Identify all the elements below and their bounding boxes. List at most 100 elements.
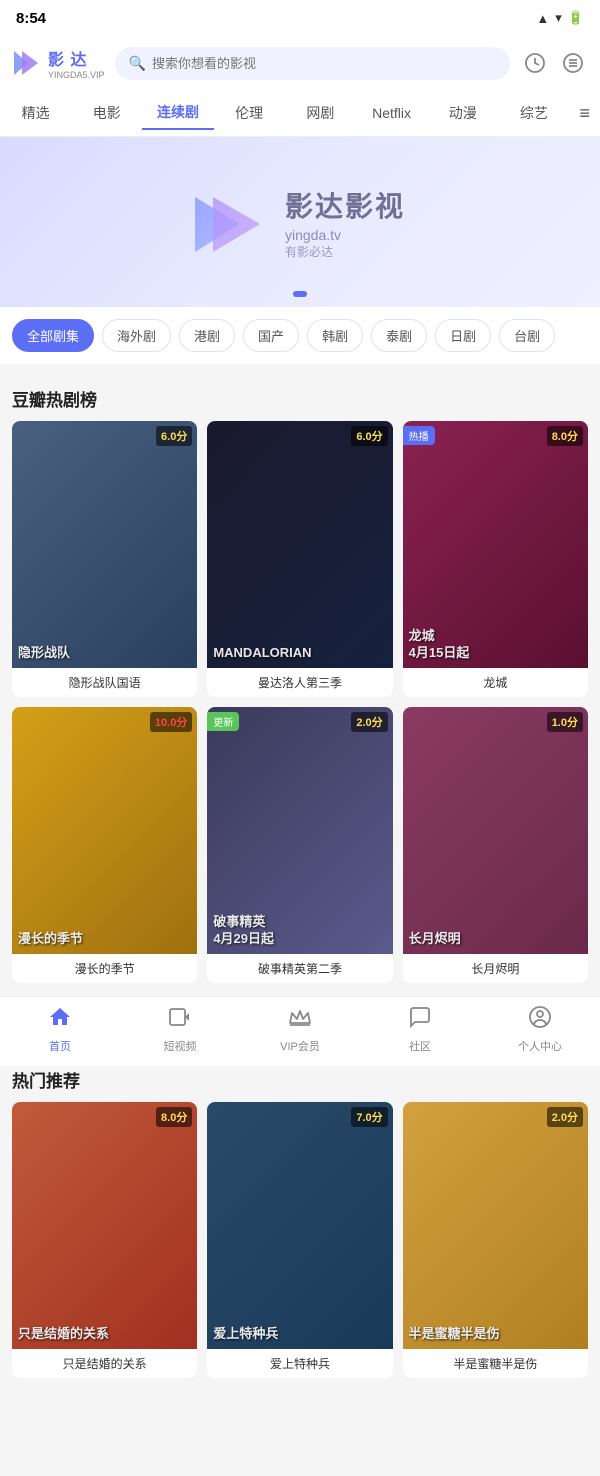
movie-badge-3: 热播 — [403, 426, 435, 445]
bottom-nav-video-label: 短视频 — [164, 1038, 197, 1054]
bottom-nav-community[interactable]: 社区 — [395, 1005, 445, 1054]
logo-area: 影 达 YINGDA5.VIP — [12, 46, 105, 80]
nav-item-dongman[interactable]: 动漫 — [427, 97, 498, 129]
nav-more-icon[interactable]: ≡ — [570, 103, 600, 124]
banner-text-area: 影达影视 yingda.tv 有影必达 — [285, 185, 405, 260]
movie-thumb-1: 隐形战队 6.0分 — [12, 421, 197, 668]
battery-icon: 🔋 — [568, 10, 584, 26]
bottom-nav-vip[interactable]: VIP会员 — [275, 1005, 325, 1054]
home-icon — [48, 1005, 72, 1035]
header-icons — [520, 48, 588, 78]
banner-dot-1 — [293, 291, 307, 297]
movie-thumb-text-6: 长月烬明 — [409, 931, 461, 948]
movie-thumb-text-5: 破事精英4月29日起 — [213, 914, 274, 948]
movie-card-3[interactable]: 龙城4月15日起 8.0分 热播 龙城 — [403, 421, 588, 697]
movie-title-4: 漫长的季节 — [12, 954, 197, 983]
movie-badge-5: 更新 — [207, 712, 239, 731]
nav-item-lunli[interactable]: 伦理 — [214, 97, 285, 129]
video-icon — [168, 1005, 192, 1035]
logo-icon — [12, 47, 44, 79]
hot-title-1: 只是结婚的关系 — [12, 1349, 197, 1378]
bottom-nav-home[interactable]: 首页 — [35, 1005, 85, 1054]
hot-score-2: 7.0分 — [351, 1107, 387, 1127]
hot-card-1[interactable]: 只是结婚的关系 8.0分 只是结婚的关系 — [12, 1102, 197, 1378]
movie-title-5: 破事精英第二季 — [207, 954, 392, 983]
movie-thumb-text-4: 漫长的季节 — [18, 931, 83, 948]
logo-subtitle: YINGDA5.VIP — [48, 70, 105, 80]
banner-url: yingda.tv — [285, 227, 405, 243]
movie-thumb-4: 漫长的季节 10.0分 — [12, 707, 197, 954]
bottom-nav-vip-label: VIP会员 — [280, 1038, 320, 1054]
tag-domestic[interactable]: 国产 — [243, 319, 299, 352]
tag-japanese[interactable]: 日剧 — [435, 319, 491, 352]
douban-section: 豆瓣热剧榜 隐形战队 6.0分 隐形战队国语 MANDALORIAN 6.0分 … — [0, 372, 600, 983]
hot-thumb-3: 半是蜜糖半是伤 2.0分 — [403, 1102, 588, 1349]
hot-score-1: 8.0分 — [156, 1107, 192, 1127]
tag-taiwan[interactable]: 台剧 — [499, 319, 555, 352]
banner-content: 影达影视 yingda.tv 有影必达 — [195, 185, 405, 260]
search-bar[interactable]: 🔍 — [115, 47, 510, 80]
tag-hk[interactable]: 港剧 — [179, 319, 235, 352]
hot-thumb-text-1: 只是结婚的关系 — [18, 1326, 109, 1343]
header: 影 达 YINGDA5.VIP 🔍 — [0, 36, 600, 90]
nav-item-netflix[interactable]: Netflix — [356, 99, 427, 127]
movie-thumb-3: 龙城4月15日起 8.0分 热播 — [403, 421, 588, 668]
community-icon — [408, 1005, 432, 1035]
bottom-nav-video[interactable]: 短视频 — [155, 1005, 205, 1054]
tag-overseas[interactable]: 海外剧 — [102, 319, 171, 352]
menu-icon-button[interactable] — [558, 48, 588, 78]
movie-thumb-5: 破事精英4月29日起 2.0分 更新 — [207, 707, 392, 954]
hot-card-2[interactable]: 爱上特种兵 7.0分 爱上特种兵 — [207, 1102, 392, 1378]
signal-icon: ▲ — [536, 11, 549, 26]
status-icons: ▲ ▾ 🔋 — [536, 10, 584, 26]
search-input[interactable] — [152, 56, 496, 71]
banner-slogan: 有影必达 — [285, 243, 405, 260]
nav-item-dianying[interactable]: 电影 — [71, 97, 142, 129]
search-icon: 🔍 — [129, 55, 146, 72]
douban-section-title: 豆瓣热剧榜 — [12, 372, 588, 421]
nav-item-zongyi[interactable]: 综艺 — [498, 97, 569, 129]
hot-title-2: 爱上特种兵 — [207, 1349, 392, 1378]
status-time: 8:54 — [16, 10, 46, 27]
bottom-nav-profile-label: 个人中心 — [518, 1038, 562, 1054]
wifi-icon: ▾ — [555, 10, 562, 26]
movie-score-1: 6.0分 — [156, 426, 192, 446]
hot-movie-grid: 只是结婚的关系 8.0分 只是结婚的关系 爱上特种兵 7.0分 爱上特种兵 半是… — [12, 1102, 588, 1378]
douban-movie-grid: 隐形战队 6.0分 隐形战队国语 MANDALORIAN 6.0分 曼达洛人第三… — [12, 421, 588, 983]
nav-item-wangju[interactable]: 网剧 — [285, 97, 356, 129]
hot-title-3: 半是蜜糖半是伤 — [403, 1349, 588, 1378]
movie-card-5[interactable]: 破事精英4月29日起 2.0分 更新 破事精英第二季 — [207, 707, 392, 983]
tag-thai[interactable]: 泰剧 — [371, 319, 427, 352]
tag-korean[interactable]: 韩剧 — [307, 319, 363, 352]
movie-thumb-text-1: 隐形战队 — [18, 645, 70, 662]
bottom-nav-community-label: 社区 — [409, 1038, 431, 1054]
banner-dots — [293, 291, 307, 297]
logo-text: 影 达 YINGDA5.VIP — [48, 46, 105, 80]
hot-score-3: 2.0分 — [547, 1107, 583, 1127]
history-button[interactable] — [520, 48, 550, 78]
movie-title-2: 曼达洛人第三季 — [207, 668, 392, 697]
banner: 影达影视 yingda.tv 有影必达 — [0, 137, 600, 307]
hot-section: 热门推荐 只是结婚的关系 8.0分 只是结婚的关系 爱上特种兵 7.0分 爱上特… — [0, 1053, 600, 1390]
hot-thumb-1: 只是结婚的关系 8.0分 — [12, 1102, 197, 1349]
bottom-nav-home-label: 首页 — [49, 1038, 71, 1054]
movie-card-2[interactable]: MANDALORIAN 6.0分 曼达洛人第三季 — [207, 421, 392, 697]
hot-thumb-2: 爱上特种兵 7.0分 — [207, 1102, 392, 1349]
movie-card-6[interactable]: 长月烬明 1.0分 长月烬明 — [403, 707, 588, 983]
movie-score-3: 8.0分 — [547, 426, 583, 446]
movie-title-6: 长月烬明 — [403, 954, 588, 983]
tag-all[interactable]: 全部剧集 — [12, 319, 94, 352]
banner-play-icon — [195, 192, 265, 252]
movie-score-4: 10.0分 — [150, 712, 192, 732]
movie-card-1[interactable]: 隐形战队 6.0分 隐形战队国语 — [12, 421, 197, 697]
nav-item-jingxuan[interactable]: 精选 — [0, 97, 71, 129]
status-bar: 8:54 ▲ ▾ 🔋 — [0, 0, 600, 36]
hot-card-3[interactable]: 半是蜜糖半是伤 2.0分 半是蜜糖半是伤 — [403, 1102, 588, 1378]
nav-bar: 精选 电影 连续剧 伦理 网剧 Netflix 动漫 综艺 ≡ — [0, 90, 600, 137]
movie-card-4[interactable]: 漫长的季节 10.0分 漫长的季节 — [12, 707, 197, 983]
nav-item-lianjuju[interactable]: 连续剧 — [142, 96, 213, 130]
movie-thumb-2: MANDALORIAN 6.0分 — [207, 421, 392, 668]
movie-score-5: 2.0分 — [351, 712, 387, 732]
crown-icon — [288, 1005, 312, 1035]
bottom-nav-profile[interactable]: 个人中心 — [515, 1005, 565, 1054]
